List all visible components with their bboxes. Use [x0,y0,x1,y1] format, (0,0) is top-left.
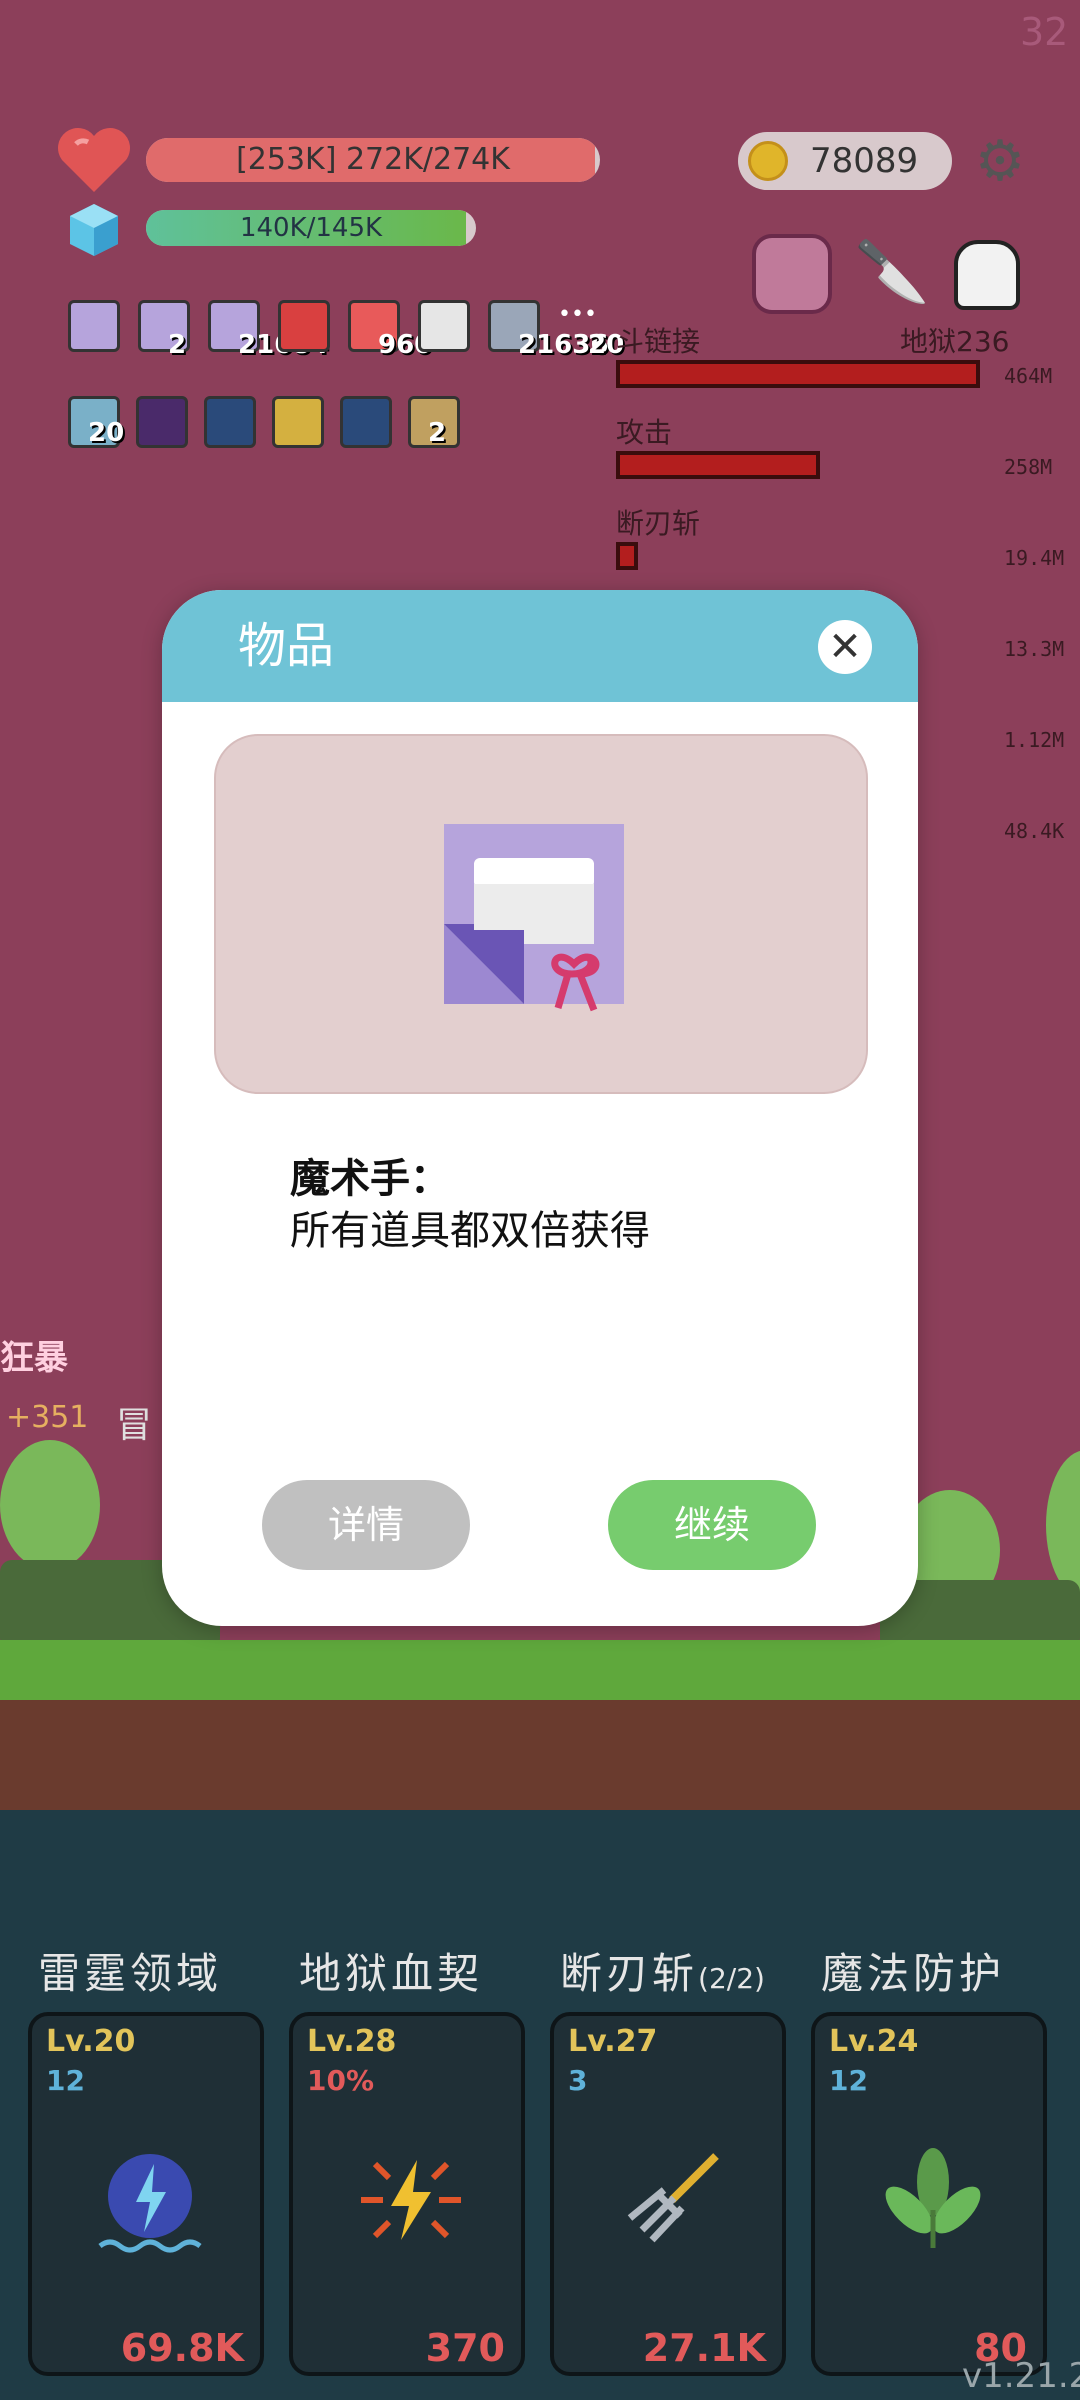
skill-stat: 12 [829,2064,868,2097]
item-count: 2 [168,330,187,360]
mask-icon[interactable] [272,396,324,448]
damage-value: 48.4K [1004,819,1065,843]
damage-bar [616,360,980,388]
rage-text: 狂暴 [0,1338,68,1378]
skill-card[interactable]: Lv.28 10% 370 [289,2012,525,2376]
skill-title: 魔法防护 [821,1949,1006,1998]
damage-value: 13.3M [1004,637,1065,661]
item-name: 魔术手： [290,1156,450,1202]
gain-text: +351 [6,1400,89,1435]
skill-level: Lv.27 [568,2024,658,2059]
gear-icon[interactable]: ⚙ [970,132,1030,192]
damage-bar [616,542,638,570]
skill-bar: 雷霆领域 Lv.20 12 69.8K 地狱血契 Lv.28 10% 370 断刃斩(2/2) L… [0,1940,1080,2380]
dialog-header: 物品 ✕ [162,590,918,702]
card-icon[interactable] [418,300,470,352]
damage-bar [616,451,820,479]
close-icon[interactable]: ✕ [818,620,872,674]
skill-title: 断刃斩(2/2) [560,1949,765,1998]
skill-level: Lv.28 [307,2024,397,2059]
skill-title: 地狱血契 [299,1949,484,1998]
vortex-icon[interactable] [204,396,256,448]
tree [0,1440,100,1570]
buff-row: 20 2 [68,396,468,460]
continue-button[interactable]: 继续 [608,1480,816,1570]
enemy-portrait-icon [752,234,832,314]
hp-bar: [253K] 272K/274K [146,138,600,182]
heart-icon [58,128,130,192]
grass-strip [0,1640,1080,1700]
skill-level: Lv.24 [829,2024,919,2059]
thunder-domain-icon [90,2140,210,2260]
skill-title: 雷霆领域 [38,1949,223,1998]
adventure-text: 冒 [116,1405,153,1446]
detail-button[interactable]: 详情 [262,1480,470,1570]
magic-hand-icon [444,824,624,1012]
coin-counter: 78089 [738,132,952,190]
damage-label: 斗链接 [616,325,701,358]
skill-cost: 69.8K [120,2326,244,2370]
damage-value: 464M [1004,364,1053,388]
skill-card[interactable]: Lv.24 12 80 [811,2012,1047,2376]
skill-cost: 370 [425,2326,505,2370]
lightning-burst-icon [351,2140,471,2260]
vortex-icon[interactable] [340,396,392,448]
item-row: 22168496021636•••20 [68,300,628,364]
hp-text: [253K] 272K/274K [236,142,510,177]
dirt-strip [0,1700,1080,1810]
pitchfork-icon [612,2140,732,2260]
skill-level: Lv.20 [46,2024,136,2059]
buff-count: 2 [428,418,447,448]
difficulty-label: 地狱236 [900,325,1010,358]
damage-label: 攻击 [616,416,673,449]
ghost-icon [954,240,1020,310]
skill-card[interactable]: Lv.27 3 27.1K [550,2012,786,2376]
fps-counter: 32 [1020,10,1069,54]
mp-bar: 140K/145K [146,210,476,246]
apple-icon[interactable] [278,300,330,352]
demon-icon[interactable] [136,396,188,448]
item-description: 所有道具都双倍获得 [290,1208,650,1254]
skill-charges: (2/2) [698,1962,765,1995]
damage-value: 1.12M [1004,728,1065,752]
magic-hand-icon[interactable] [68,300,120,352]
damage-value: 258M [1004,455,1053,479]
item-dialog: 物品 ✕ 魔术手： 所有道具都双倍获得 详情 继续 [162,590,918,1626]
damage-value: 19.4M [1004,546,1065,570]
damage-label: 断刃斩 [616,507,701,540]
mana-gem-icon [70,204,118,256]
coin-amount: 78089 [810,141,919,181]
skill-cost: 27.1K [642,2326,766,2370]
skill-stat: 12 [46,2064,85,2097]
coin-icon [748,141,788,181]
skill-stat: 10% [307,2064,375,2097]
mp-text: 140K/145K [239,213,383,243]
item-preview [214,734,868,1094]
leaf-icon [873,2140,993,2260]
skill-stat: 3 [568,2064,588,2097]
dialog-title: 物品 [238,618,335,674]
cleaver-icon: 🔪 [854,237,930,307]
version-label: v1.21.2 [962,2356,1080,2396]
buff-count: 20 [88,418,125,448]
skill-card[interactable]: Lv.20 12 69.8K [28,2012,264,2376]
